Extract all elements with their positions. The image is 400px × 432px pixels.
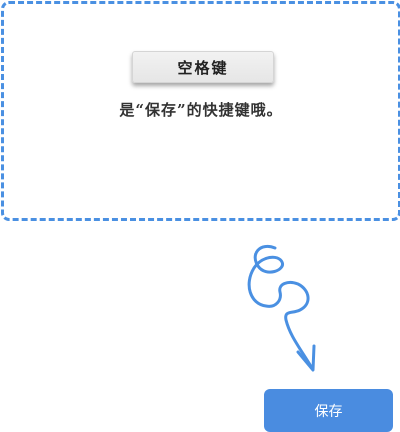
save-button[interactable]: 保存 — [264, 389, 393, 432]
shortcut-hint-panel: 空格键 是“保存”的快捷键哦。 — [1, 1, 400, 221]
shortcut-hint-text: 是“保存”的快捷键哦。 — [119, 101, 283, 119]
spacebar-key-cap: 空格键 — [132, 51, 274, 83]
hand-drawn-swirl-arrow-icon — [247, 245, 316, 372]
